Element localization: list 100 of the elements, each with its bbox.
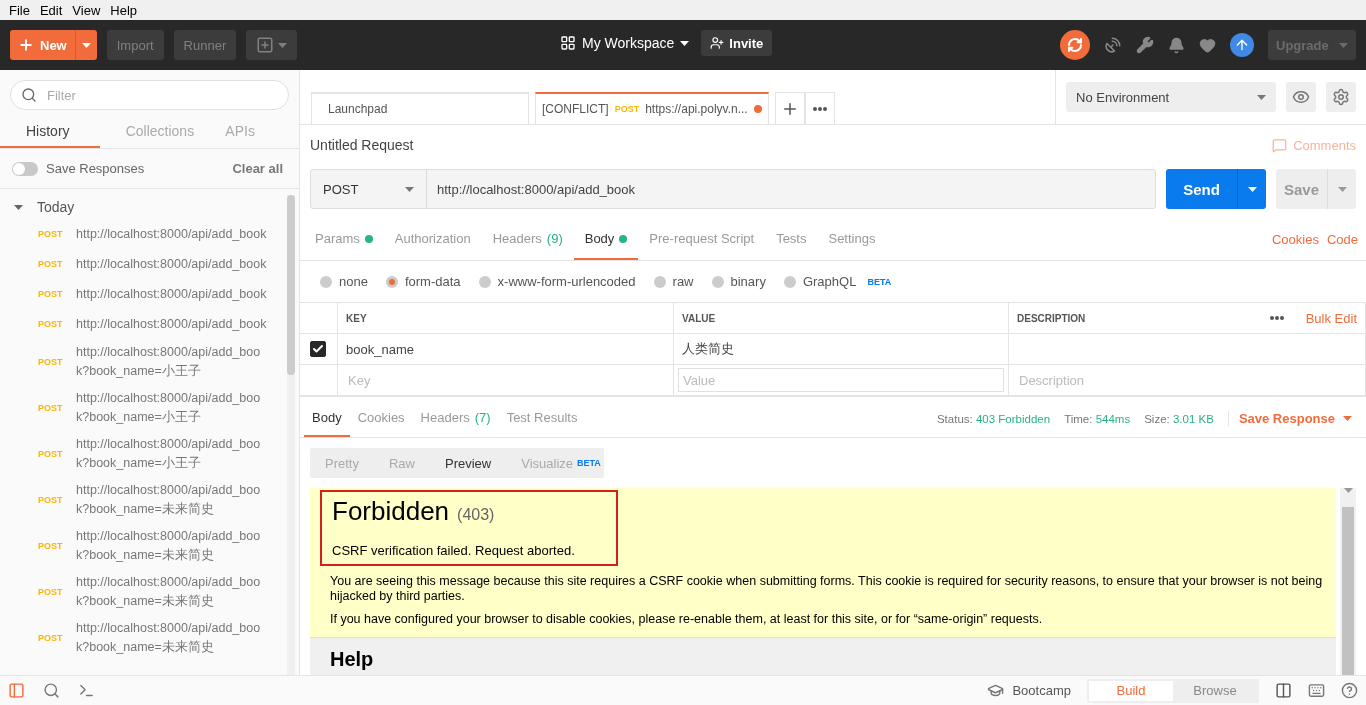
bulk-edit-link[interactable]: Bulk Edit: [1297, 310, 1357, 326]
more-button[interactable]: [804, 92, 835, 124]
view-tab[interactable]: Visualize $^{BETA}$: [506, 448, 616, 478]
body-type-radio[interactable]: form-data: [385, 274, 461, 289]
avatar[interactable]: [1230, 33, 1254, 57]
history-item[interactable]: POST http://localhost:8000/api/add_book: [0, 309, 287, 339]
toolbar-button[interactable]: Import: [106, 30, 164, 60]
history-item[interactable]: POST http://localhost:8000/api/add_book: [0, 249, 287, 279]
history-item[interactable]: POST http://localhost:8000/api/add_book?book_name=未来简史: [0, 523, 287, 569]
environment-select[interactable]: No Environment: [1066, 82, 1276, 112]
more-icon: [1269, 316, 1284, 320]
console-button[interactable]: [78, 682, 95, 699]
method-select[interactable]: POST: [311, 170, 427, 208]
request-section-tab[interactable]: Body: [573, 219, 639, 260]
request-section-tab[interactable]: Headers (9): [481, 219, 574, 260]
caret-icon: [1247, 186, 1257, 192]
toolbar-button[interactable]: Runner: [173, 30, 237, 60]
sidebar-toggle-button[interactable]: [8, 682, 25, 699]
workspace-button[interactable]: My Workspace: [560, 35, 690, 51]
paragraph: You are seeing this message because this site requires a CSRF cookie when submitting forms. This cookie is required for security reasons, to ensure that your browser is not being hijacked by third parties.: [330, 574, 1324, 604]
keyboard-icon: [1308, 682, 1325, 699]
history-item[interactable]: POST http://localhost:8000/api/add_book?book_name=小王子: [0, 431, 287, 477]
caret-icon: [14, 204, 23, 210]
response-tab[interactable]: Test Results: [498, 400, 586, 437]
sidebar-tab[interactable]: History: [0, 116, 100, 148]
history-item[interactable]: POST http://localhost:8000/api/add_book?book_name=小王子: [0, 385, 287, 431]
response-tab[interactable]: Cookies: [349, 400, 413, 437]
sidebar-tab[interactable]: Collections: [99, 116, 200, 148]
bootcamp-button[interactable]: Bootcamp: [987, 682, 1071, 699]
mode-tab[interactable]: Build: [1089, 680, 1173, 701]
link[interactable]: Cookies: [1263, 232, 1319, 247]
settings-button[interactable]: [1326, 82, 1356, 112]
response-tab[interactable]: Headers (7): [412, 400, 499, 437]
sync-button[interactable]: [1060, 30, 1090, 60]
value-field[interactable]: Value: [678, 368, 1004, 392]
history-item[interactable]: POST http://localhost:8000/api/add_book?book_name=小王子: [0, 339, 287, 385]
invite-button[interactable]: Invite: [701, 30, 773, 56]
find-button[interactable]: [43, 682, 60, 699]
new-button[interactable]: New: [10, 30, 97, 60]
help-button[interactable]: [1341, 682, 1358, 699]
wrench-icon: [1136, 36, 1154, 54]
request-section-tab[interactable]: Pre-request Script: [638, 219, 766, 260]
column-header: VALUE: [674, 303, 1009, 334]
new-tab-button[interactable]: [774, 92, 805, 124]
mode-tab[interactable]: Browse: [1173, 680, 1257, 701]
history-item[interactable]: POST http://localhost:8000/api/add_book?book_name=未来简史: [0, 477, 287, 523]
body-type-radio[interactable]: x-www-form-urlencoded: [478, 274, 636, 289]
body-type-radio[interactable]: none: [320, 274, 368, 289]
menu-item[interactable]: Edit: [34, 2, 68, 18]
request-section-tab[interactable]: Tests: [765, 219, 818, 260]
scrollbar[interactable]: [1340, 488, 1356, 675]
menu-item[interactable]: View: [67, 2, 106, 18]
history-item[interactable]: POST http://localhost:8000/api/add_book: [0, 219, 287, 249]
history-item[interactable]: POST http://localhost:8000/api/add_book?book_name=未来简史: [0, 615, 287, 661]
send-button[interactable]: Send: [1166, 169, 1266, 209]
request-section-tab[interactable]: Params: [304, 219, 384, 260]
body-type-radio[interactable]: GraphQL $^{BETA}$: [783, 274, 892, 289]
request-section-tab[interactable]: Authorization: [383, 219, 482, 260]
filter-input[interactable]: Filter: [45, 86, 278, 104]
caret-icon: [405, 186, 414, 192]
link[interactable]: Code: [1318, 232, 1358, 247]
checkbox[interactable]: [310, 341, 326, 357]
scrollbar[interactable]: [287, 195, 295, 675]
toggle-switch[interactable]: [12, 161, 38, 176]
eye-icon: [1292, 88, 1310, 106]
new-window-button[interactable]: [246, 30, 298, 60]
wrench-button[interactable]: [1136, 36, 1154, 54]
url-field[interactable]: http://localhost:8000/api/add_book: [427, 170, 1155, 208]
response-tab[interactable]: Body: [304, 400, 350, 437]
body-type-radio[interactable]: binary: [711, 274, 766, 289]
history-item[interactable]: POST http://localhost:8000/api/add_book: [0, 279, 287, 309]
shortcuts-button[interactable]: [1308, 682, 1325, 699]
two-pane-button[interactable]: [1275, 682, 1292, 699]
plus-icon: [18, 37, 34, 53]
clear-all-button[interactable]: Clear all: [228, 161, 287, 176]
paragraph: If you have configured your browser to disable cookies, please re-enable them, at least for this site, or for “same-origin” requests.: [330, 612, 1044, 627]
view-tab[interactable]: Preview: [430, 448, 507, 478]
eye-button[interactable]: [1286, 82, 1316, 112]
url-bar[interactable]: POST http://localhost:8000/api/add_book: [310, 169, 1156, 209]
toggle-label: Save Responses: [46, 161, 145, 176]
filter-field[interactable]: Filter: [10, 80, 289, 110]
help-icon: [1341, 682, 1358, 699]
satellite-button[interactable]: [1104, 36, 1122, 54]
history-group[interactable]: Today: [0, 195, 89, 219]
notifications-button[interactable]: [1168, 36, 1185, 54]
caret-icon: [1343, 416, 1352, 421]
key-field[interactable]: Key: [346, 371, 665, 389]
response-stat: Status: 403 Forbidden: [936, 412, 1051, 425]
history-item[interactable]: POST http://localhost:8000/api/add_book?book_name=未来简史: [0, 569, 287, 615]
request-tab[interactable]: [CONFLICT] POST https://api.polyv.n...: [535, 92, 769, 124]
column-header: KEY: [338, 303, 674, 334]
save-response-button[interactable]: Save Response: [1227, 411, 1352, 426]
description-field[interactable]: Description: [1017, 371, 1357, 389]
save-button[interactable]: Save: [1276, 169, 1356, 209]
request-section-tab[interactable]: Settings: [817, 219, 887, 260]
menu-item[interactable]: File: [4, 2, 35, 18]
body-type-radio[interactable]: raw: [653, 274, 694, 289]
heart-button[interactable]: [1199, 36, 1216, 54]
menu-item[interactable]: Help: [105, 2, 143, 18]
request-tab[interactable]: Launchpad: [311, 92, 529, 124]
